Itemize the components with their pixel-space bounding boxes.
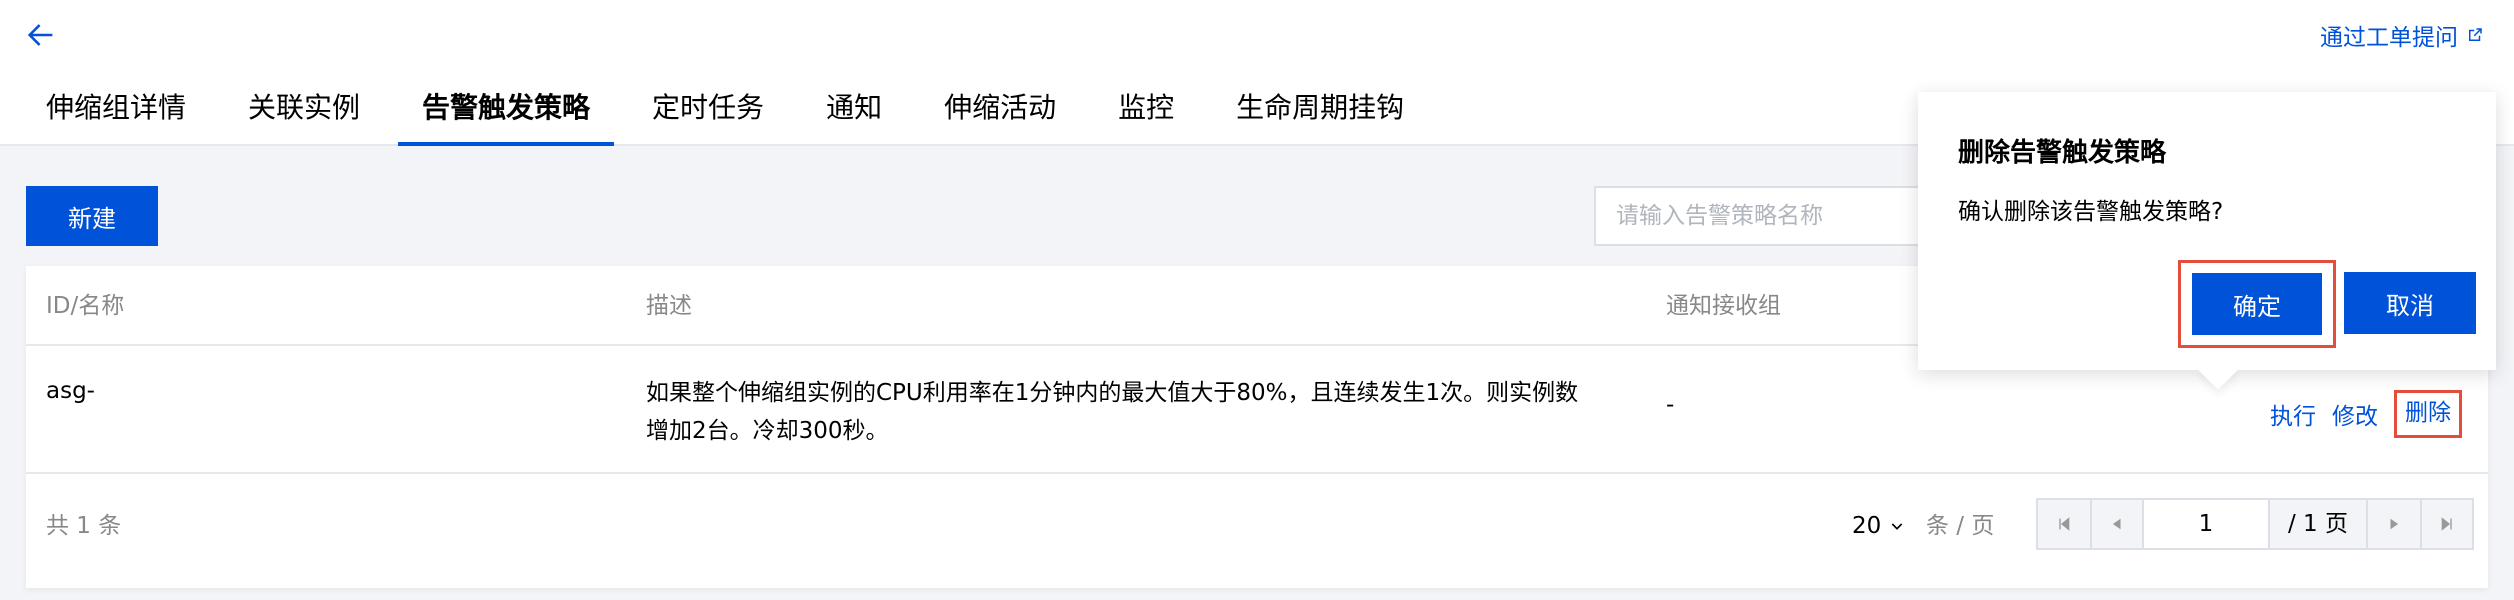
edit-link[interactable]: 修改: [2332, 397, 2378, 431]
tab-alarm-policy[interactable]: 告警触发策略: [398, 84, 615, 146]
delete-highlight: 删除: [2394, 390, 2462, 438]
popover-message: 确认删除该告警触发策略?: [1958, 199, 2224, 225]
column-header-description: 描述: [646, 293, 692, 319]
row-notify-group: -: [1666, 392, 1675, 418]
cancel-button[interactable]: 取消: [2344, 272, 2476, 334]
tab-scaling-activity[interactable]: 伸缩活动: [920, 84, 1080, 144]
delete-confirm-popover: 删除告警触发策略 确认删除该告警触发策略? 确定 取消: [1918, 92, 2496, 370]
column-header-notify-group: 通知接收组: [1666, 293, 1781, 319]
first-page-icon: [2059, 517, 2070, 531]
pagination: / 1 页: [2036, 498, 2474, 550]
last-page-icon: [2441, 517, 2452, 531]
external-link-icon: [2469, 28, 2482, 41]
last-page-button[interactable]: [2420, 500, 2472, 548]
confirm-button[interactable]: 确定: [2192, 273, 2322, 335]
row-description-line1: 如果整个伸缩组实例的CPU利用率在1分钟内的最大值大于80%，且连续发生1次。则…: [646, 380, 1579, 406]
column-header-id-name: ID/名称: [46, 293, 125, 319]
row-description: 如果整个伸缩组实例的CPU利用率在1分钟内的最大值大于80%，且连续发生1次。则…: [646, 374, 1666, 450]
execute-link[interactable]: 执行: [2270, 397, 2316, 431]
prev-page-button[interactable]: [2090, 500, 2142, 548]
next-page-icon: [2390, 518, 2399, 530]
tab-lifecycle-hooks[interactable]: 生命周期挂钩: [1212, 84, 1428, 144]
table-footer: 共 1 条 20 条 / 页 / 1 页: [26, 474, 2488, 588]
chevron-down-icon: [1892, 523, 1903, 530]
row-actions: 执行 修改 删除: [2270, 390, 2462, 438]
ticket-link[interactable]: 通过工单提问: [2320, 18, 2484, 52]
search-input[interactable]: [1594, 186, 1954, 246]
tab-instances[interactable]: 关联实例: [224, 84, 384, 144]
new-button[interactable]: 新建: [26, 186, 158, 246]
row-id-name: asg-: [46, 378, 95, 404]
total-count: 共 1 条: [46, 513, 122, 539]
page-size-value: 20: [1852, 513, 1882, 539]
per-page-label: 条 / 页: [1926, 513, 1995, 539]
tab-group-details[interactable]: 伸缩组详情: [22, 84, 210, 144]
tab-bar: 伸缩组详情 关联实例 告警触发策略 定时任务 通知 伸缩活动 监控 生命周期挂钩: [22, 84, 1428, 146]
row-description-line2: 增加2台。冷却300秒。: [646, 418, 889, 444]
page-size-select[interactable]: 20: [1852, 474, 1905, 578]
first-page-button[interactable]: [2038, 500, 2090, 548]
page-number-input[interactable]: [2142, 500, 2270, 548]
tab-scheduled-tasks[interactable]: 定时任务: [628, 84, 788, 144]
tab-monitoring[interactable]: 监控: [1094, 84, 1198, 144]
confirm-highlight: 确定: [2178, 260, 2336, 348]
popover-title: 删除告警触发策略: [1958, 138, 2167, 168]
tab-notifications[interactable]: 通知: [802, 84, 906, 144]
next-page-button[interactable]: [2368, 500, 2420, 548]
back-arrow-icon[interactable]: [24, 18, 58, 52]
delete-link[interactable]: 删除: [2405, 400, 2451, 426]
ticket-link-label: 通过工单提问: [2320, 25, 2458, 51]
page-total: / 1 页: [2270, 500, 2368, 548]
prev-page-icon: [2112, 518, 2121, 530]
